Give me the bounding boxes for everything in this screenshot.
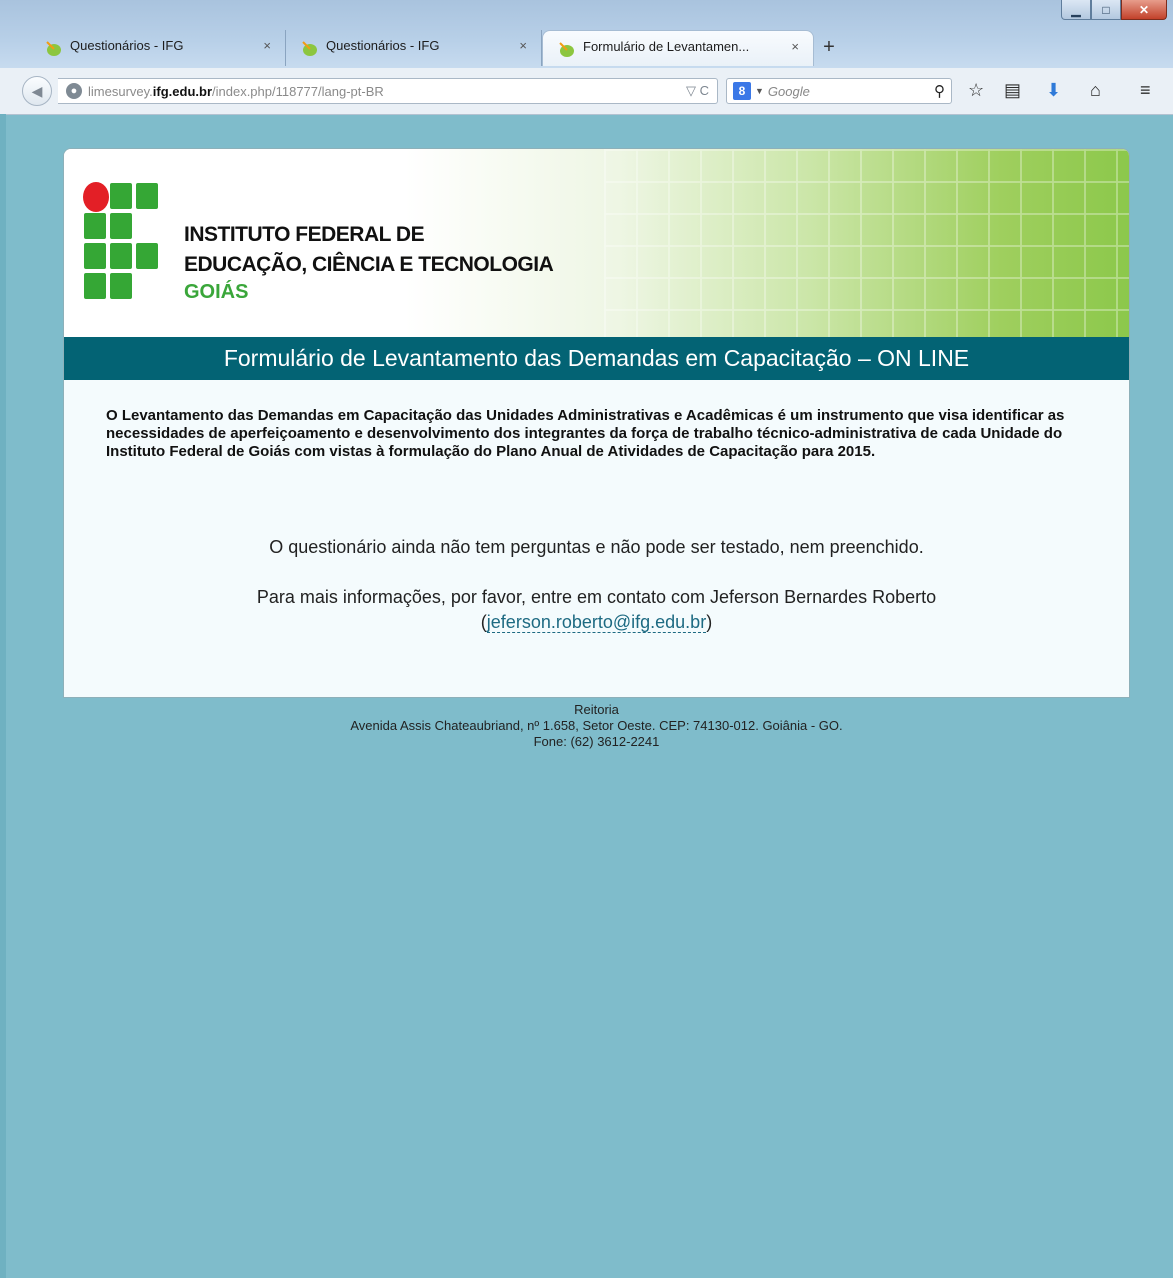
page-title: Formulário de Levantamento das Demandas … bbox=[64, 337, 1129, 380]
new-tab-button[interactable]: + bbox=[814, 30, 844, 66]
engine-dropdown-icon[interactable]: ▼ bbox=[755, 86, 764, 96]
header-banner: INSTITUTO FEDERAL DE EDUCAÇÃO, CIÊNCIA E… bbox=[64, 149, 1129, 340]
back-arrow-icon: ◀ bbox=[31, 82, 43, 99]
search-placeholder: Google bbox=[767, 83, 810, 99]
logo-square bbox=[110, 243, 132, 269]
tab-questionarios-2[interactable]: Questionários - IFG × bbox=[286, 30, 542, 66]
footer-line1: Reitoria bbox=[574, 702, 619, 717]
dropdown-reload-icons[interactable]: ▽ C bbox=[686, 83, 709, 99]
limesurvey-favicon-icon bbox=[559, 42, 574, 57]
window-controls: ▁ □ ✕ bbox=[1061, 0, 1167, 22]
logo-red-dot bbox=[83, 182, 109, 212]
banner-pattern bbox=[604, 149, 1129, 337]
page-footer: Reitoria Avenida Assis Chateaubriand, nº… bbox=[63, 702, 1130, 750]
tab-close-icon[interactable]: × bbox=[519, 38, 527, 53]
home-icon[interactable]: ⌂ bbox=[1090, 80, 1101, 101]
institution-name-line2: EDUCAÇÃO, CIÊNCIA E TECNOLOGIA bbox=[184, 253, 554, 276]
tab-label: Questionários - IFG bbox=[326, 38, 440, 53]
search-icon[interactable]: ⚲ bbox=[934, 82, 945, 100]
maximize-icon[interactable]: □ bbox=[1091, 0, 1121, 20]
tab-questionarios-1[interactable]: Questionários - IFG × bbox=[30, 30, 286, 66]
contact-message: Para mais informações, por favor, entre … bbox=[256, 587, 937, 633]
search-bar[interactable]: 8 ▼ Google ⚲ bbox=[726, 78, 952, 104]
survey-card: INSTITUTO FEDERAL DE EDUCAÇÃO, CIÊNCIA E… bbox=[63, 148, 1130, 698]
menu-icon[interactable]: ≡ bbox=[1140, 80, 1151, 101]
institution-name-line1: INSTITUTO FEDERAL DE bbox=[184, 223, 425, 246]
minimize-icon[interactable]: ▁ bbox=[1061, 0, 1091, 20]
footer-address: Avenida Assis Chateaubriand, nº 1.658, S… bbox=[350, 718, 843, 733]
logo-square bbox=[136, 183, 158, 209]
tab-close-icon[interactable]: × bbox=[791, 39, 799, 54]
url-prefix: limesurvey. bbox=[88, 83, 153, 99]
globe-icon: ● bbox=[66, 83, 82, 99]
tab-label: Questionários - IFG bbox=[70, 38, 184, 53]
downloads-icon[interactable]: ⬇ bbox=[1046, 80, 1061, 101]
no-questions-message: O questionário ainda não tem perguntas e… bbox=[269, 537, 924, 557]
tab-formulario[interactable]: Formulário de Levantamen... × bbox=[542, 30, 814, 66]
bookmark-star-icon[interactable]: ☆ bbox=[968, 80, 984, 101]
logo-square bbox=[136, 243, 158, 269]
tab-strip: Questionários - IFG × Questionários - IF… bbox=[30, 30, 844, 66]
address-bar[interactable]: ● limesurvey. ifg.edu.br/index.php/118777… bbox=[58, 78, 718, 104]
close-window-icon[interactable]: ✕ bbox=[1121, 0, 1167, 20]
url-path: /index.php/118777/lang-pt-BR bbox=[212, 83, 384, 99]
footer-phone: Fone: (62) 3612-2241 bbox=[533, 734, 660, 749]
browser-titlebar: ▁ □ ✕ Questionários - IFG × Questionário… bbox=[0, 0, 1173, 68]
google-engine-icon[interactable]: 8 bbox=[733, 82, 751, 100]
logo-square bbox=[84, 273, 106, 299]
logo-square bbox=[110, 273, 132, 299]
tab-close-icon[interactable]: × bbox=[263, 38, 271, 53]
logo-square bbox=[84, 243, 106, 269]
limesurvey-favicon-icon bbox=[46, 41, 61, 56]
logo-square bbox=[110, 183, 132, 209]
tab-label: Formulário de Levantamen... bbox=[583, 39, 750, 54]
navigation-toolbar: ◀ ● limesurvey. ifg.edu.br/index.php/1187… bbox=[0, 68, 1173, 115]
contact-email-link[interactable]: jeferson.roberto@ifg.edu.br bbox=[486, 612, 707, 633]
contact-text: Para mais informações, por favor, entre … bbox=[256, 587, 937, 607]
survey-description: O Levantamento das Demandas em Capacitaç… bbox=[106, 407, 1065, 460]
institution-state: GOIÁS bbox=[184, 281, 249, 303]
bookmarks-list-icon[interactable]: ▤ bbox=[1004, 80, 1021, 101]
back-button[interactable]: ◀ bbox=[22, 76, 52, 106]
window-edge bbox=[0, 114, 6, 1278]
logo-square bbox=[110, 213, 132, 239]
url-host: ifg.edu.br bbox=[152, 83, 212, 99]
limesurvey-favicon-icon bbox=[302, 41, 317, 56]
ifg-logo bbox=[83, 182, 160, 303]
logo-square bbox=[84, 213, 106, 239]
